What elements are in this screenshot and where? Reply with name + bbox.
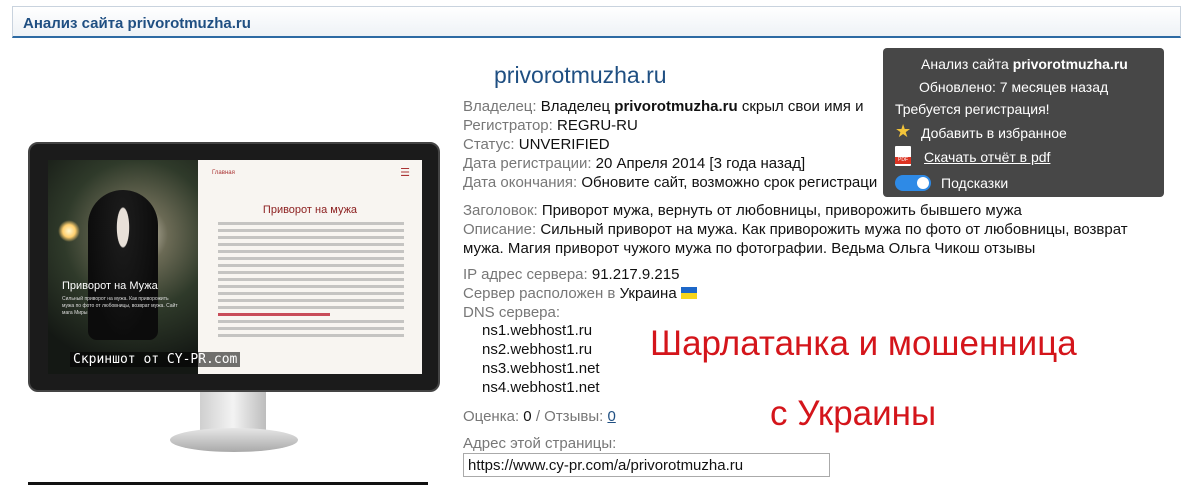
tooltip-title: Анализ сайта privorotmuzha.ru [921,56,1128,72]
tooltip-updated: Обновлено: 7 месяцев назад [919,79,1109,95]
monitor-base [170,428,298,452]
page-title: Анализ сайта privorotmuzha.ru [23,15,251,32]
overlay-annotation-line2: с Украины [770,394,937,433]
hooded-figure [88,190,158,340]
page-header: Анализ сайта privorotmuzha.ru [12,6,1181,38]
site-screenshot[interactable]: Приворот на Мужа Сильный приворот на муж… [48,160,422,374]
screenshot-text-panel: Главная ☰ Приворот на мужа [198,160,422,374]
screenshot-nav: Главная [212,170,235,176]
hints-label: Подсказки [941,175,1009,191]
screenshot-body-text [218,222,404,341]
status-row: Статус: UNVERIFIED [463,136,610,153]
screenshot-watermark: Скриншот от CY-PR.com [70,352,241,367]
owner-row: Владелец: Владелец privorotmuzha.ru скры… [463,98,864,115]
star-icon[interactable]: ★ [895,122,913,140]
photo-subtext: Сильный приворот на мужа. Как приворожит… [62,296,178,316]
screenshot-photo: Приворот на Мужа Сильный приворот на муж… [48,160,198,374]
title-row: Заголовок: Приворот мужа, вернуть от люб… [463,202,1022,219]
tooltip-registration: Требуется регистрация! [895,101,1050,117]
monitor-stand [200,392,266,430]
dns-server: ns1.webhost1.ru [482,322,593,339]
candle-glow [58,220,80,242]
domain-title[interactable]: privorotmuzha.ru [494,62,667,89]
description-row: Описание: Сильный приворот на мужа. Как … [463,221,1128,238]
pdf-icon[interactable]: PDF [895,146,911,166]
page-address-label: Адрес этой страницы: [463,435,617,452]
site-screenshot-monitor: Приворот на Мужа Сильный приворот на муж… [28,142,440,392]
registrar-row: Регистратор: REGRU-RU [463,117,638,134]
description-row-2: мужа. Магия приворот чужого мужа по фото… [463,240,1036,257]
page-address-input[interactable] [463,453,830,477]
add-favorite-link[interactable]: Добавить в избранное [921,125,1067,141]
hamburger-icon: ☰ [400,167,410,179]
download-pdf-link[interactable]: Скачать отчёт в pdf [924,149,1050,165]
screenshot-heading: Приворот на мужа [262,204,358,216]
info-tooltip-panel: Анализ сайта privorotmuzha.ru Обновлено:… [883,48,1164,197]
exp-date-row: Дата окончания: Обновите сайт, возможно … [463,174,878,191]
server-location-row: Сервер расположен в Украина [463,284,697,303]
photo-caption: Приворот на Мужа [62,280,158,292]
overlay-annotation-line1: Шарлатанка и мошенница [650,324,1077,363]
reviews-link[interactable]: 0 [607,408,615,425]
hints-toggle[interactable] [895,175,931,191]
dns-server: ns2.webhost1.ru [482,341,593,358]
ukraine-flag-icon [680,287,697,299]
dns-server: ns4.webhost1.net [482,379,600,396]
dns-label: DNS сервера: [463,304,561,321]
ip-row: IP адрес сервера: 91.217.9.215 [463,266,680,283]
reg-date-row: Дата регистрации: 20 Апреля 2014 [3 года… [463,155,806,172]
dns-server: ns3.webhost1.net [482,360,600,377]
rating-row: Оценка: 0 / Отзывы: 0 [463,408,616,425]
